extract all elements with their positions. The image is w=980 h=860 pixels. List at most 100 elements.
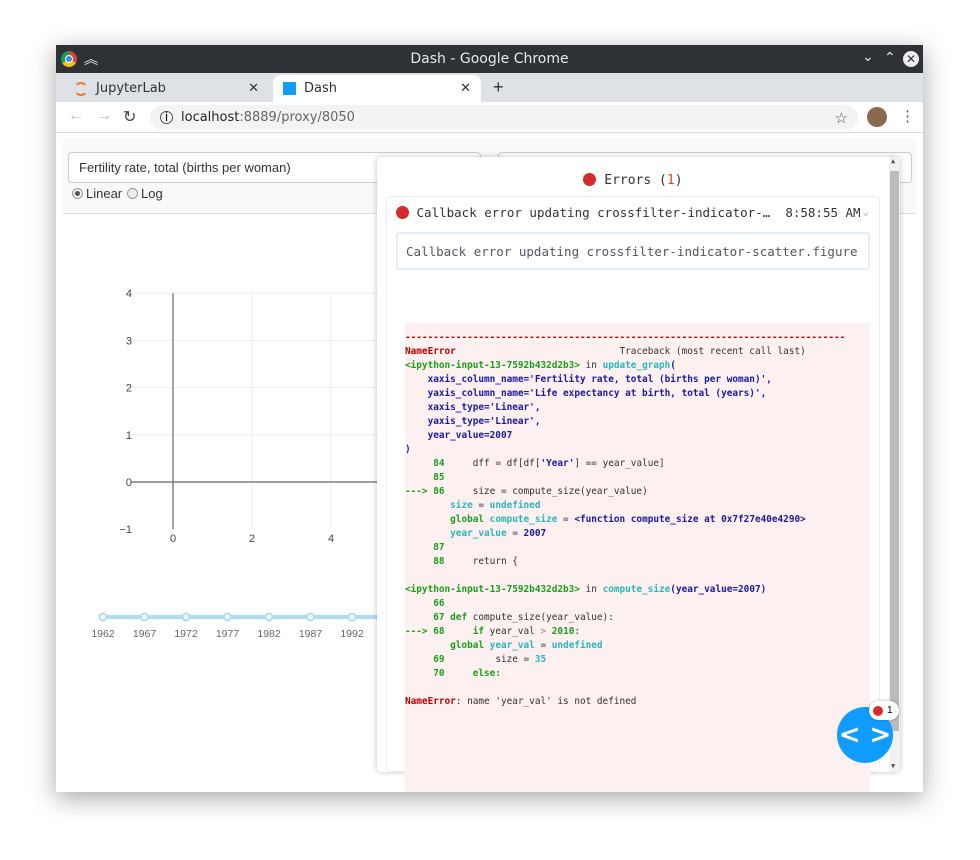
error-summary[interactable]: Callback error updating crossfilter-indi… [396, 205, 861, 220]
traceback-token: yaxis_column_name='Life expectancy at bi… [405, 388, 766, 399]
x-tick-label: 4 [328, 533, 334, 545]
tab-jupyterlab[interactable]: JupyterLab ✕ [64, 75, 269, 102]
traceback: ----------------------------------------… [405, 323, 870, 792]
traceback-token: if [445, 626, 490, 637]
traceback-line: global year_val = undefined [405, 639, 870, 653]
close-tab-icon[interactable]: ✕ [460, 81, 471, 96]
traceback-token: return { [445, 556, 518, 567]
traceback-token: ---> 68 [405, 626, 445, 637]
traceback-token: <ipython-input-13-7592b432d2b3> [405, 584, 580, 595]
slider-mark-label: 1972 [174, 628, 198, 640]
traceback-line: ) [405, 443, 870, 457]
browser-window: ︽ Dash - Google Chrome ⌄ ⌃ ✕ JupyterLab … [56, 45, 923, 792]
tab-dash[interactable]: Dash ✕ [273, 75, 481, 102]
slider-dot[interactable] [224, 614, 231, 621]
traceback-line [405, 569, 870, 583]
traceback-token: 2007 [524, 528, 547, 539]
traceback-token: = [507, 528, 524, 539]
traceback-token: Traceback (most recent call last) [456, 346, 806, 357]
scrollbar[interactable]: ▲ ▼ [889, 157, 900, 772]
close-tab-icon[interactable]: ✕ [248, 81, 259, 96]
menu-icon[interactable]: ⋮ [900, 107, 915, 125]
tab-label: Dash [304, 81, 337, 96]
radio-label: Log [141, 186, 163, 201]
y-tick-label: 4 [126, 288, 132, 300]
tab-label: JupyterLab [96, 81, 166, 96]
slider-mark-label: 1987 [299, 628, 323, 640]
slider-mark-label: 1992 [340, 628, 364, 640]
traceback-token: def [450, 612, 473, 623]
radio-button[interactable] [72, 188, 83, 199]
address-bar[interactable]: i localhost:8889/proxy/8050 ☆ [150, 105, 858, 130]
traceback-token: dff = df[df[ [445, 458, 541, 469]
error-message: Callback error updating crossfilter-indi… [396, 232, 870, 270]
traceback-token: : name 'year_val' is not defined [456, 696, 637, 707]
x-tick-label: 0 [170, 533, 176, 545]
errors-title: Errors ( [604, 173, 667, 188]
profile-avatar[interactable] [867, 107, 887, 127]
traceback-line: 69 size = 35 [405, 653, 870, 667]
traceback-token: 85 [405, 472, 445, 483]
slider-dot[interactable] [100, 614, 107, 621]
slider-dot[interactable] [141, 614, 148, 621]
slider-dot[interactable] [307, 614, 314, 621]
traceback-token: size [405, 500, 473, 511]
traceback-line: 88 return { [405, 555, 870, 569]
traceback-token: <ipython-input-13-7592b432d2b3> [405, 360, 580, 371]
radio-log[interactable]: Log [127, 186, 163, 201]
forward-icon[interactable]: → [96, 107, 112, 125]
traceback-token: : [574, 626, 580, 637]
y-tick-label: 2 [126, 383, 132, 395]
bookmark-star-icon[interactable]: ☆ [835, 109, 848, 127]
traceback-line: <ipython-input-13-7592b432d2b3> in updat… [405, 359, 870, 373]
y-tick-label: 3 [126, 335, 132, 347]
traceback-line: NameError: name 'year_val' is not define… [405, 695, 870, 709]
url-host: localhost [181, 110, 239, 125]
radio-linear[interactable]: Linear [72, 186, 122, 201]
traceback-token: 69 [405, 654, 445, 665]
traceback-token: 88 [405, 556, 445, 567]
traceback-token [405, 570, 411, 581]
traceback-token: ( [670, 360, 676, 371]
maximize-icon[interactable]: ⌃ [884, 50, 896, 66]
traceback-line: xaxis_column_name='Fertility rate, total… [405, 373, 870, 387]
year-slider[interactable]: 1962196719721977198219871992 [56, 607, 386, 647]
traceback-token: compute_size [490, 514, 558, 525]
traceback-token: size = [445, 654, 535, 665]
minimize-icon[interactable]: ⌄ [862, 49, 874, 65]
scrollbar-thumb[interactable] [890, 171, 899, 731]
traceback-token: undefined [552, 640, 603, 651]
dash-icon [283, 82, 296, 95]
radio-button[interactable] [127, 188, 138, 199]
traceback-token: xaxis_type='Linear', [405, 402, 540, 413]
reload-icon[interactable]: ↻ [123, 107, 136, 127]
slider-dot[interactable] [183, 614, 190, 621]
traceback-token: global [405, 640, 490, 651]
error-count-badge[interactable]: 1 [869, 701, 899, 720]
traceback-line: yaxis_type='Linear', [405, 415, 870, 429]
tab-bar: JupyterLab ✕ Dash ✕ + [56, 73, 923, 102]
collapse-chevron-icon[interactable]: ⌄ [862, 205, 869, 218]
traceback-line: yaxis_column_name='Life expectancy at bi… [405, 387, 870, 401]
close-window-icon[interactable]: ✕ [903, 51, 919, 67]
traceback-line: ----------------------------------------… [405, 331, 870, 345]
error-summary-text: Callback error updating crossfilter-indi… [417, 205, 771, 220]
dash-app: Fertility rate, total (births per woman)… [56, 133, 923, 792]
scroll-up-icon[interactable]: ▲ [891, 157, 895, 165]
traceback-token: size = compute_size(year_value) [445, 486, 648, 497]
traceback-token: ---> 86 [405, 486, 445, 497]
slider-mark-label: 1967 [133, 628, 157, 640]
traceback-line: <ipython-input-13-7592b432d2b3> in compu… [405, 583, 870, 597]
traceback-line: 66 [405, 597, 870, 611]
traceback-token: ----------------------------------------… [405, 332, 845, 343]
traceback-token: 66 [405, 598, 445, 609]
error-dot-icon [583, 173, 596, 186]
traceback-token: 2010 [552, 626, 575, 637]
new-tab-button[interactable]: + [493, 77, 504, 98]
slider-dot[interactable] [266, 614, 273, 621]
traceback-token: ] == year_value] [574, 458, 664, 469]
back-icon[interactable]: ← [68, 107, 84, 125]
slider-dot[interactable] [349, 614, 356, 621]
scroll-down-icon[interactable]: ▼ [891, 762, 895, 770]
traceback-token: global [405, 514, 490, 525]
